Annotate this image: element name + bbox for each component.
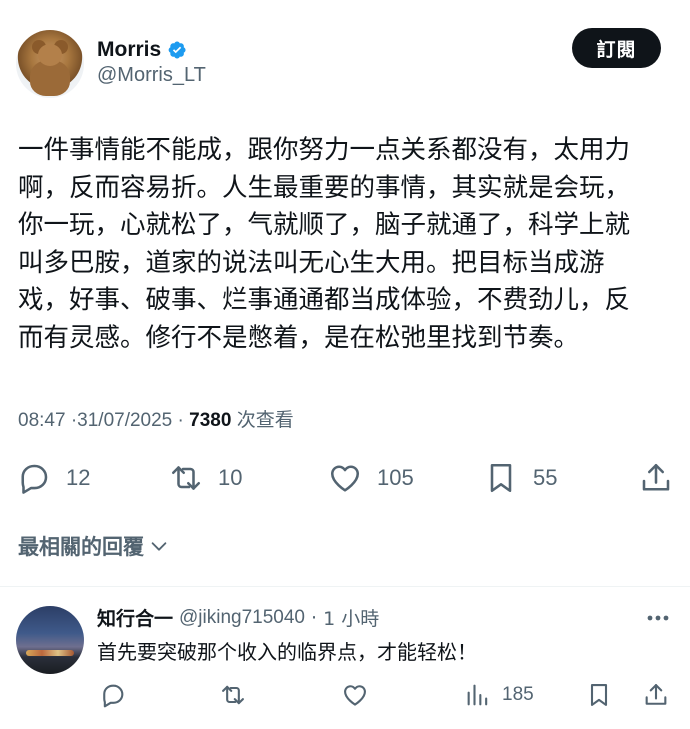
views-label: 次查看 xyxy=(236,409,294,431)
reply-time[interactable]: 1 小時 xyxy=(323,604,379,631)
reply-icon xyxy=(21,464,48,494)
tweet-text-line: 而有灵感。修行不是憋着，是在松弛里找到节奏。 xyxy=(18,322,580,353)
reply-separator: · xyxy=(311,606,318,629)
tweet-time[interactable]: 08:47 xyxy=(18,410,66,431)
reply-views-count: 185 xyxy=(502,684,534,705)
bear-face xyxy=(38,44,62,66)
views-count: 7380 xyxy=(189,410,232,431)
reply-views-button[interactable]: 185 xyxy=(464,676,534,714)
reply-count: 12 xyxy=(66,465,91,490)
reply-author-name[interactable]: 知行合一 xyxy=(97,604,173,631)
reply-sort-dropdown[interactable]: 最相關的回覆 xyxy=(18,531,170,561)
reply-like-button[interactable] xyxy=(341,676,369,714)
tweet-action-bar: 12 10 105 55 xyxy=(0,455,690,501)
like-button[interactable]: 105 xyxy=(327,455,414,501)
reply-reply-button[interactable] xyxy=(99,676,127,714)
subscribe-button[interactable]: 訂閱 xyxy=(572,28,661,68)
meta-separator: · xyxy=(177,410,184,431)
reply-author-avatar[interactable] xyxy=(16,606,84,674)
bookmark-count: 55 xyxy=(533,465,558,490)
like-count: 105 xyxy=(377,465,414,490)
share-icon xyxy=(642,463,670,491)
reply-retweet-button[interactable] xyxy=(219,676,247,714)
reply-header: 知行合一 @jiking715040 · 1 小時 xyxy=(97,604,379,631)
author-handle[interactable]: @Morris_LT xyxy=(97,64,206,87)
verified-badge-icon xyxy=(168,41,186,59)
divider xyxy=(0,586,690,587)
tweet-text-line: 啊，反而容易折。人生最重要的事情，其实就是会玩， xyxy=(18,172,631,203)
bookmark-icon xyxy=(490,463,512,493)
author-avatar[interactable] xyxy=(16,30,84,98)
reply-author-handle[interactable]: @jiking715040 xyxy=(179,607,305,629)
analytics-icon xyxy=(467,684,488,706)
avatar-city-lights xyxy=(26,650,74,656)
heart-icon xyxy=(330,465,360,492)
reply-bookmark-button[interactable] xyxy=(585,676,613,714)
bookmark-button[interactable]: 55 xyxy=(483,455,557,501)
retweet-button[interactable]: 10 xyxy=(168,455,242,501)
retweet-count: 10 xyxy=(218,465,243,490)
retweet-icon xyxy=(222,685,244,705)
bookmark-icon xyxy=(590,684,608,706)
tweet-text-line: 叫多巴胺，道家的说法叫无心生大用。把目标当成游 xyxy=(18,247,605,278)
reply-button[interactable]: 12 xyxy=(16,455,90,501)
reply-action-bar: 185 xyxy=(0,676,690,714)
heart-icon xyxy=(344,685,366,706)
reply-sort-label: 最相關的回覆 xyxy=(18,535,144,559)
tweet-date[interactable]: 31/07/2025 xyxy=(77,410,172,431)
more-options-icon[interactable] xyxy=(644,608,672,628)
tweet-meta: 08:47 ·31/07/2025 · 7380 次查看 xyxy=(18,405,294,432)
reply-share-button[interactable] xyxy=(642,676,670,714)
retweet-icon xyxy=(171,466,201,490)
tweet-text: 一件事情能不能成，跟你努力一点关系都没有，太用力 啊，反而容易折。人生最重要的事… xyxy=(18,132,678,357)
author-name-row: Morris xyxy=(97,36,187,64)
author-display-name[interactable]: Morris xyxy=(97,38,161,62)
tweet-text-line: 戏，好事、破事、烂事通通都当成体验，不费劲儿，反 xyxy=(18,285,631,315)
tweet-text-line: 一件事情能不能成，跟你努力一点关系都没有，太用力 xyxy=(18,135,631,165)
tweet-header: Morris @Morris_LT 訂閱 xyxy=(0,0,690,110)
chevron-down-icon xyxy=(151,542,167,551)
reply-item[interactable]: 知行合一 @jiking715040 · 1 小時 首先要突破那个收入的临界点，… xyxy=(0,600,690,729)
reply-icon xyxy=(103,684,124,708)
share-button[interactable] xyxy=(638,455,674,501)
share-icon xyxy=(645,684,667,705)
tweet-text-line: 你一玩，心就松了，气就顺了，脑子就通了，科学上就 xyxy=(18,210,631,240)
reply-text: 首先要突破那个收入的临界点，才能轻松！ xyxy=(97,640,477,664)
